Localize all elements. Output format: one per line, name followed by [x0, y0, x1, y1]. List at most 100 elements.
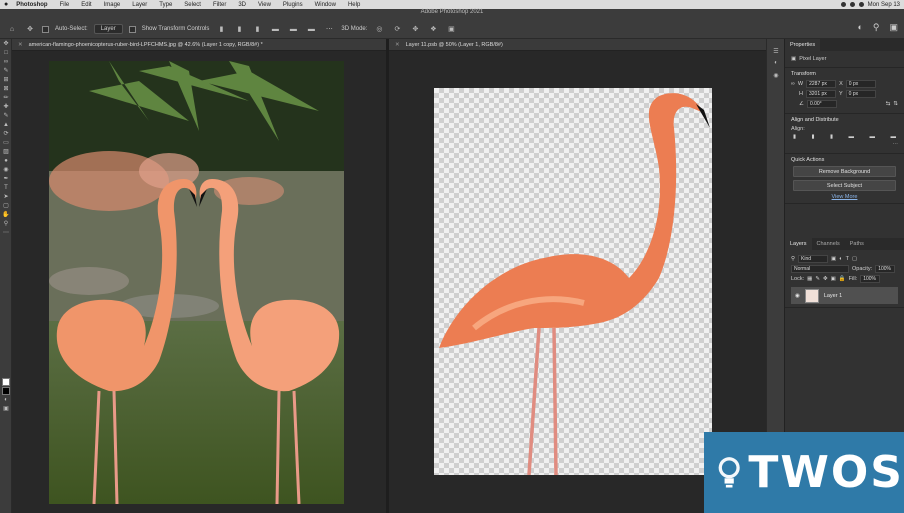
- pen-tool-icon[interactable]: ✒: [0, 174, 12, 183]
- filter-type-icon[interactable]: T: [846, 256, 849, 262]
- menu-select[interactable]: Select: [184, 2, 201, 8]
- align-right-icon[interactable]: ▮: [251, 24, 263, 34]
- history-brush-icon[interactable]: ⟳: [0, 129, 12, 138]
- move-tool-icon[interactable]: ✥: [0, 39, 12, 48]
- align-right-icon[interactable]: ▮: [830, 134, 833, 140]
- workspace-icon[interactable]: ▣: [889, 22, 898, 33]
- tab-paths[interactable]: Paths: [845, 238, 869, 250]
- flip-horizontal-icon[interactable]: ⇆: [886, 101, 891, 107]
- filter-shape-icon[interactable]: ▢: [852, 256, 857, 262]
- wifi-icon[interactable]: [849, 2, 855, 7]
- more-options-icon[interactable]: ⋯: [893, 142, 899, 148]
- lock-all-icon[interactable]: 🔒: [839, 276, 846, 282]
- 3d-roll-icon[interactable]: ⟳: [391, 24, 403, 34]
- flamingo-photo-canvas[interactable]: [49, 61, 344, 504]
- eyedropper-tool-icon[interactable]: ✏: [0, 93, 12, 102]
- search-icon[interactable]: ⚲: [873, 22, 880, 33]
- battery-icon[interactable]: [858, 2, 864, 7]
- kind-filter-select[interactable]: Kind: [798, 255, 829, 263]
- menu-3d[interactable]: 3D: [238, 2, 246, 8]
- gradient-tool-icon[interactable]: ▨: [0, 147, 12, 156]
- screen-mode-icon[interactable]: ▣: [0, 404, 12, 413]
- frame-tool-icon[interactable]: ⊠: [0, 84, 12, 93]
- menu-plugins[interactable]: Plugins: [283, 2, 303, 8]
- healing-tool-icon[interactable]: ✚: [0, 102, 12, 111]
- layer-row[interactable]: ◉ Layer 1: [791, 287, 898, 304]
- blur-tool-icon[interactable]: ●: [0, 156, 12, 165]
- tab-document-left[interactable]: ✕ american-flamingo-phoenicopterus-ruber…: [12, 39, 386, 51]
- adjustments-panel-icon[interactable]: ◐: [767, 57, 785, 69]
- path-select-tool-icon[interactable]: ➤: [0, 192, 12, 201]
- menu-layer[interactable]: Layer: [132, 2, 147, 8]
- stamp-tool-icon[interactable]: ▲: [0, 120, 12, 129]
- transform-controls-checkbox[interactable]: [128, 25, 136, 33]
- link-icon[interactable]: ∞: [791, 81, 795, 87]
- move-tool-icon[interactable]: ✥: [24, 24, 36, 34]
- menu-type[interactable]: Type: [159, 2, 172, 8]
- 3d-scale-icon[interactable]: ▣: [445, 24, 457, 34]
- width-field[interactable]: 2287 px: [806, 80, 837, 88]
- view-more-link[interactable]: View More: [791, 194, 898, 200]
- menu-window[interactable]: Window: [315, 2, 336, 8]
- tab-document-right[interactable]: ✕ Layer 11.psb @ 50% (Layer 1, RGB/8#): [389, 39, 766, 51]
- lock-paint-icon[interactable]: ✎: [815, 276, 820, 282]
- shape-tool-icon[interactable]: ▢: [0, 201, 12, 210]
- fill-field[interactable]: 100%: [860, 275, 881, 283]
- marquee-tool-icon[interactable]: □: [0, 48, 12, 57]
- tab-properties[interactable]: Properties: [785, 39, 821, 51]
- background-color-swatch[interactable]: [0, 386, 12, 395]
- quick-select-tool-icon[interactable]: ✎: [0, 66, 12, 75]
- lock-pixels-icon[interactable]: ▦: [807, 276, 812, 282]
- hand-tool-icon[interactable]: ✋: [0, 210, 12, 219]
- opacity-field[interactable]: 100%: [875, 265, 896, 273]
- menu-file[interactable]: File: [60, 2, 70, 8]
- align-top-icon[interactable]: ▬: [269, 24, 281, 34]
- remove-background-button[interactable]: Remove Background: [793, 166, 896, 177]
- eraser-tool-icon[interactable]: ▭: [0, 138, 12, 147]
- history-panel-icon[interactable]: ☰: [767, 45, 785, 57]
- align-middle-icon[interactable]: ▬: [869, 134, 875, 140]
- close-icon[interactable]: ✕: [395, 42, 400, 48]
- menu-edit[interactable]: Edit: [81, 2, 91, 8]
- align-title[interactable]: Align and Distribute: [791, 117, 898, 123]
- more-tools-icon[interactable]: ⋯: [0, 228, 12, 237]
- auto-select-dropdown[interactable]: Layer: [93, 24, 123, 34]
- menu-help[interactable]: Help: [348, 2, 360, 8]
- lock-artboard-icon[interactable]: ▣: [831, 276, 836, 282]
- crop-tool-icon[interactable]: ⊞: [0, 75, 12, 84]
- 3d-slide-icon[interactable]: ❖: [427, 24, 439, 34]
- menu-image[interactable]: Image: [104, 2, 121, 8]
- menu-filter[interactable]: Filter: [213, 2, 226, 8]
- menu-view[interactable]: View: [258, 2, 271, 8]
- y-field[interactable]: 0 px: [845, 90, 876, 98]
- share-icon[interactable]: ◐: [857, 22, 862, 33]
- transform-title[interactable]: Transform: [791, 71, 898, 77]
- zoom-tool-icon[interactable]: ⚲: [0, 219, 12, 228]
- align-center-icon[interactable]: ▮: [812, 134, 815, 140]
- align-middle-icon[interactable]: ▬: [287, 24, 299, 34]
- status-icon[interactable]: [840, 2, 846, 7]
- tab-layers[interactable]: Layers: [785, 238, 812, 250]
- 3d-pan-icon[interactable]: ✥: [409, 24, 421, 34]
- more-options-icon[interactable]: ⋯: [323, 24, 335, 34]
- home-icon[interactable]: ⌂: [6, 24, 18, 34]
- align-top-icon[interactable]: ▬: [849, 134, 855, 140]
- quick-actions-title[interactable]: Quick Actions: [791, 157, 898, 163]
- color-panel-icon[interactable]: ◉: [767, 69, 785, 81]
- align-left-icon[interactable]: ▮: [215, 24, 227, 34]
- align-bottom-icon[interactable]: ▬: [890, 134, 896, 140]
- visibility-eye-icon[interactable]: ◉: [795, 293, 800, 299]
- cutout-flamingo-canvas[interactable]: [434, 88, 712, 475]
- x-field[interactable]: 0 px: [845, 80, 876, 88]
- close-icon[interactable]: ✕: [18, 42, 23, 48]
- brush-tool-icon[interactable]: ✎: [0, 111, 12, 120]
- type-tool-icon[interactable]: T: [0, 183, 12, 192]
- quick-mask-icon[interactable]: ◐: [0, 395, 12, 404]
- lasso-tool-icon[interactable]: ∞: [0, 57, 12, 66]
- menu-app[interactable]: Photoshop: [16, 2, 47, 8]
- align-bottom-icon[interactable]: ▬: [305, 24, 317, 34]
- angle-field[interactable]: 0.00°: [806, 100, 837, 108]
- apple-icon[interactable]: ●: [4, 1, 8, 8]
- select-subject-button[interactable]: Select Subject: [793, 180, 896, 191]
- 3d-orbit-icon[interactable]: ◎: [373, 24, 385, 34]
